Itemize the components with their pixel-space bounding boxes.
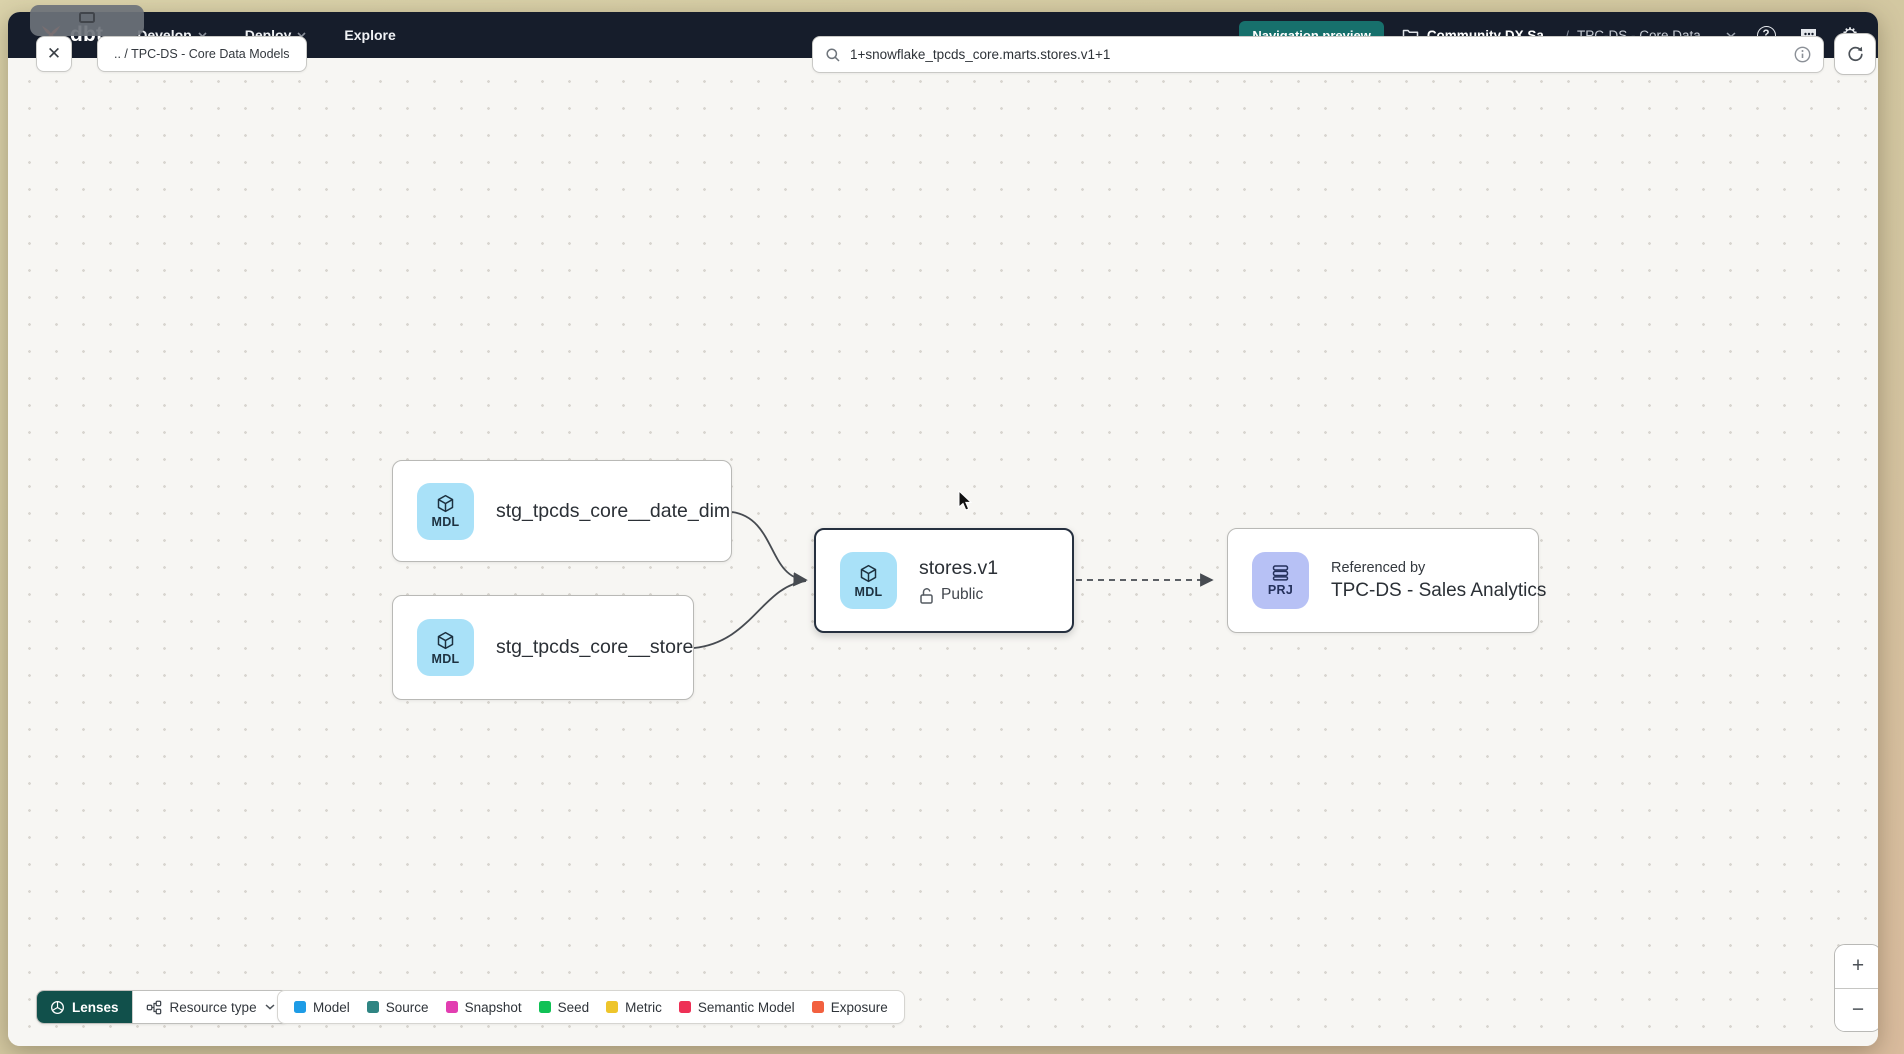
legend-swatch bbox=[539, 1001, 551, 1013]
resource-type-icon bbox=[146, 1000, 162, 1015]
mouse-cursor bbox=[958, 490, 975, 512]
model-cube-icon bbox=[435, 493, 456, 514]
app-window: dbt Develop Deploy Explore Navigation pr… bbox=[8, 12, 1878, 1046]
lens-controls: Lenses Resource type bbox=[36, 990, 289, 1024]
search-icon bbox=[825, 47, 841, 63]
lineage-breadcrumb-chip[interactable]: .. / TPC-DS - Core Data Models bbox=[97, 36, 307, 72]
info-icon[interactable] bbox=[1794, 46, 1811, 63]
nav-item-explore[interactable]: Explore bbox=[344, 27, 395, 43]
lock-open-icon bbox=[919, 587, 934, 604]
screen-icon bbox=[79, 12, 95, 23]
node-title: TPC-DS - Sales Analytics bbox=[1331, 580, 1546, 602]
legend-item-source: Source bbox=[367, 1000, 429, 1015]
model-badge: MDL bbox=[417, 619, 474, 676]
access-label: Public bbox=[941, 586, 983, 604]
legend-swatch bbox=[606, 1001, 618, 1013]
model-badge: MDL bbox=[840, 552, 897, 609]
access-row: Public bbox=[919, 586, 998, 604]
node-stg-tpcds-core-store[interactable]: MDL stg_tpcds_core__store bbox=[392, 595, 694, 700]
node-title: stg_tpcds_core__store bbox=[496, 636, 693, 659]
close-icon: ✕ bbox=[47, 44, 61, 64]
chevron-down-icon bbox=[265, 1004, 275, 1010]
model-cube-icon bbox=[435, 630, 456, 651]
legend-swatch bbox=[679, 1001, 691, 1013]
close-button[interactable]: ✕ bbox=[36, 36, 72, 72]
legend-item-semantic-model: Semantic Model bbox=[679, 1000, 795, 1015]
project-stack-icon bbox=[1270, 564, 1291, 582]
zoom-controls: + − bbox=[1834, 944, 1878, 1032]
legend-swatch bbox=[367, 1001, 379, 1013]
legend-item-metric: Metric bbox=[606, 1000, 662, 1015]
model-cube-icon bbox=[858, 563, 879, 584]
lineage-search-bar bbox=[812, 36, 1824, 73]
legend-swatch bbox=[294, 1001, 306, 1013]
zoom-out-button[interactable]: − bbox=[1835, 989, 1878, 1032]
legend-item-snapshot: Snapshot bbox=[446, 1000, 522, 1015]
legend-item-exposure: Exposure bbox=[812, 1000, 888, 1015]
node-title: stg_tpcds_core__date_dim bbox=[496, 500, 730, 523]
resource-type-legend: Model Source Snapshot Seed Metric Semant… bbox=[277, 990, 905, 1024]
zoom-in-button[interactable]: + bbox=[1835, 945, 1878, 989]
refresh-lineage-button[interactable] bbox=[1834, 33, 1876, 75]
referenced-by-label: Referenced by bbox=[1331, 560, 1546, 576]
model-badge: MDL bbox=[417, 483, 474, 540]
node-tpcds-sales-analytics[interactable]: PRJ Referenced by TPC-DS - Sales Analyti… bbox=[1227, 528, 1539, 633]
search-input[interactable] bbox=[850, 47, 1785, 62]
legend-swatch bbox=[446, 1001, 458, 1013]
legend-item-seed: Seed bbox=[539, 1000, 590, 1015]
node-stores-v1[interactable]: MDL stores.v1 Public bbox=[814, 528, 1074, 633]
node-stg-tpcds-core-date-dim[interactable]: MDL stg_tpcds_core__date_dim bbox=[392, 460, 732, 562]
legend-swatch bbox=[812, 1001, 824, 1013]
lens-icon bbox=[50, 1000, 65, 1015]
refresh-icon bbox=[1846, 45, 1865, 64]
lenses-button[interactable]: Lenses bbox=[37, 991, 132, 1023]
project-badge: PRJ bbox=[1252, 552, 1309, 609]
resource-type-dropdown[interactable]: Resource type bbox=[132, 991, 288, 1023]
screen-share-overlay bbox=[30, 5, 144, 36]
legend-item-model: Model bbox=[294, 1000, 350, 1015]
node-title: stores.v1 bbox=[919, 557, 998, 580]
